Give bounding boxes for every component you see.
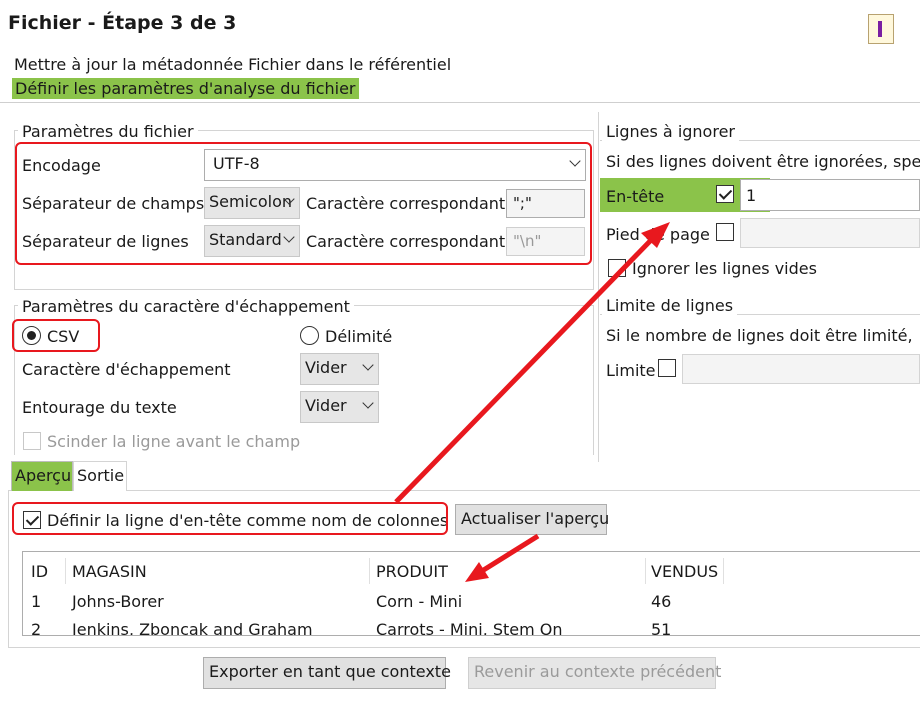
annotation-arrows xyxy=(394,222,670,582)
arrow-to-header-rows xyxy=(394,234,657,504)
arrow-head xyxy=(465,562,489,582)
arrow-to-columns xyxy=(480,533,540,574)
